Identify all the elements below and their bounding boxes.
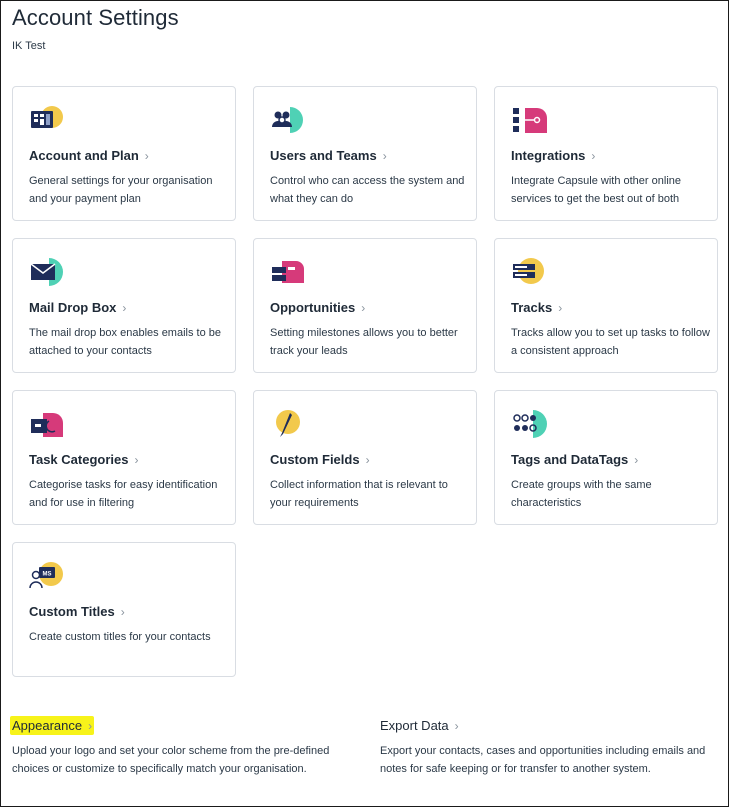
account-plan-icon [31, 106, 63, 128]
card-custom-titles[interactable]: MS Custom Titles › Create custom titles f… [12, 542, 236, 677]
card-description: Integrate Capsule with other online serv… [511, 175, 681, 205]
card-title: Opportunities › [270, 300, 366, 315]
card-mail-drop-box[interactable]: Mail Drop Box › The mail drop box enables… [12, 238, 236, 373]
export-data-section: Export Data › Export your contacts, cases… [380, 716, 715, 778]
appearance-description: Upload your logo and set your color sche… [12, 745, 330, 775]
chevron-right-icon: › [591, 149, 596, 163]
card-description: Setting milestones allows you to better … [270, 327, 458, 357]
chevron-right-icon: › [382, 149, 387, 163]
card-title: Tags and DataTags › [511, 452, 639, 467]
card-description: Control who can access the system and wh… [270, 175, 465, 205]
card-description: Categorise tasks for easy identification… [29, 479, 218, 509]
chevron-right-icon: › [454, 719, 459, 733]
card-tags-and-datatags[interactable]: Tags and DataTags › Create groups with th… [494, 390, 718, 525]
account-name: IK Test [12, 40, 46, 52]
chevron-right-icon: › [120, 605, 125, 619]
card-title: Custom Titles › [29, 604, 125, 619]
card-description: The mail drop box enables emails to be a… [29, 327, 221, 357]
page-title: Account Settings [12, 5, 179, 30]
chevron-right-icon: › [134, 453, 139, 467]
card-users-and-teams[interactable]: Users and Teams › Control who can access … [253, 86, 477, 221]
card-title: Tracks › [511, 300, 563, 315]
card-account-and-plan[interactable]: Account and Plan › General settings for y… [12, 86, 236, 221]
card-opportunities[interactable]: Opportunities › Setting milestones allows… [253, 238, 477, 373]
card-description: Create custom titles for your contacts [29, 631, 211, 643]
users-teams-icon [272, 107, 303, 133]
card-custom-fields[interactable]: Custom Fields › Collect information that … [253, 390, 477, 525]
appearance-section: Appearance › Upload your logo and set you… [10, 716, 342, 778]
custom-titles-icon: MS [29, 562, 63, 589]
icon-label: MS [43, 572, 52, 578]
task-categories-icon [31, 413, 63, 437]
card-description: Create groups with the same characterist… [511, 479, 652, 509]
export-data-description: Export your contacts, cases and opportun… [380, 745, 706, 775]
chevron-right-icon: › [361, 301, 366, 315]
chevron-right-icon: › [122, 301, 127, 315]
chevron-right-icon: › [558, 301, 563, 315]
integrations-icon [513, 108, 547, 133]
card-title: Users and Teams › [270, 148, 387, 163]
chevron-right-icon: › [144, 149, 149, 163]
card-title: Account and Plan › [29, 148, 149, 163]
tags-icon [513, 410, 547, 438]
card-title: Custom Fields › [270, 452, 370, 467]
custom-fields-icon [276, 410, 300, 437]
card-title: Integrations › [511, 148, 596, 163]
chevron-right-icon: › [365, 453, 370, 467]
export-data-link[interactable]: Export Data › [378, 716, 461, 735]
chevron-right-icon: › [88, 719, 93, 733]
tracks-icon [513, 258, 544, 284]
card-title: Mail Drop Box › [29, 300, 127, 315]
card-description: General settings for your organisation a… [29, 175, 213, 205]
card-task-categories[interactable]: Task Categories › Categorise tasks for ea… [12, 390, 236, 525]
card-description: Tracks allow you to set up tasks to foll… [511, 327, 710, 357]
opportunities-icon [272, 261, 304, 283]
card-integrations[interactable]: Integrations › Integrate Capsule with oth… [494, 86, 718, 221]
card-tracks[interactable]: Tracks › Tracks allow you to set up tasks… [494, 238, 718, 373]
mail-icon [30, 258, 63, 286]
appearance-link[interactable]: Appearance › [10, 716, 95, 735]
chevron-right-icon: › [634, 453, 639, 467]
card-title: Task Categories › [29, 452, 139, 467]
card-description: Collect information that is relevant to … [270, 479, 448, 509]
